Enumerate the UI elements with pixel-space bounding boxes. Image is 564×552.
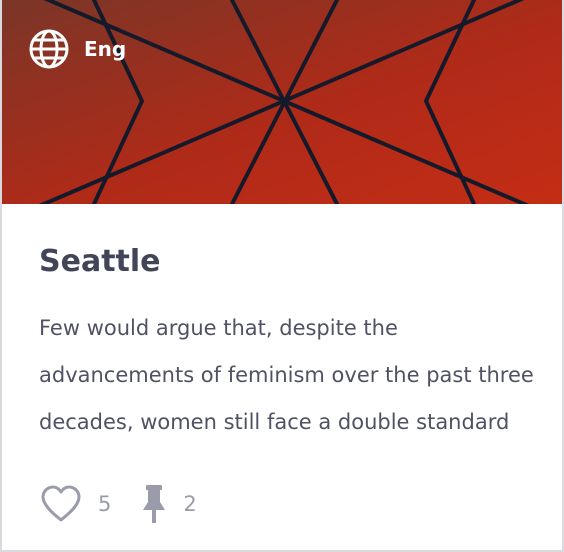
pin-count: 2 [183,492,197,516]
card-footer: 5 2 [40,482,197,526]
article-card[interactable]: Eng Seattle Few would argue that, despit… [0,0,564,552]
card-title[interactable]: Seattle [39,244,161,279]
like-stat: 5 [40,484,111,524]
heart-icon[interactable] [40,484,82,524]
card-banner: Eng [2,0,562,204]
language-label: Eng [84,37,127,61]
language-indicator: Eng [28,28,126,70]
card-excerpt: Few would argue that, despite the advanc… [39,316,534,434]
like-count: 5 [98,492,112,516]
pin-stat: 2 [141,483,197,525]
pushpin-icon[interactable] [141,483,167,525]
globe-icon [29,29,69,69]
